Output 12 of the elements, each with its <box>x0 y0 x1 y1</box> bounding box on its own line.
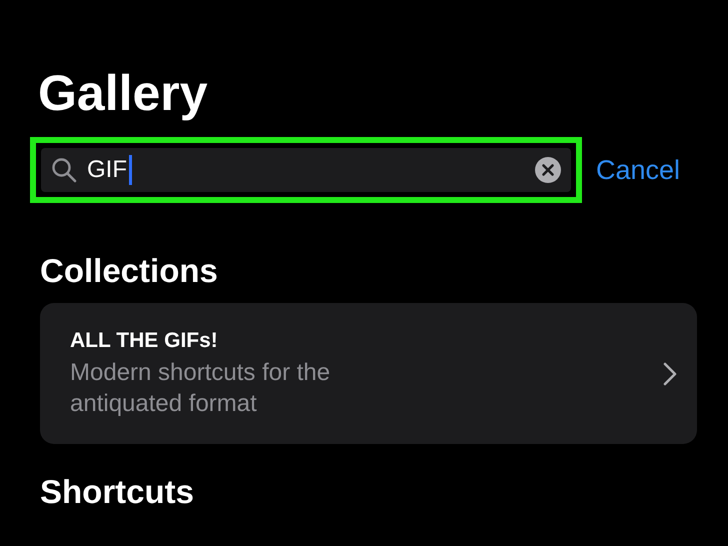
card-title: ALL THE GIFs! <box>70 329 219 354</box>
search-value: GIF <box>87 156 127 184</box>
page-title: Gallery <box>38 66 209 121</box>
section-heading: Shortcuts <box>40 474 196 510</box>
cancel-button[interactable]: Cancel <box>596 154 680 186</box>
section-heading: Collections <box>40 253 219 290</box>
collection-card[interactable]: ALL THE GIFs! Modern shortcuts for the antiquated format <box>40 303 697 444</box>
card-subtitle: Modern shortcuts for the antiquated format <box>70 358 332 420</box>
chevron-icon <box>663 362 677 386</box>
search-icon <box>51 157 77 183</box>
clear-icon[interactable] <box>535 157 561 183</box>
search-field[interactable]: GIF <box>41 148 571 192</box>
